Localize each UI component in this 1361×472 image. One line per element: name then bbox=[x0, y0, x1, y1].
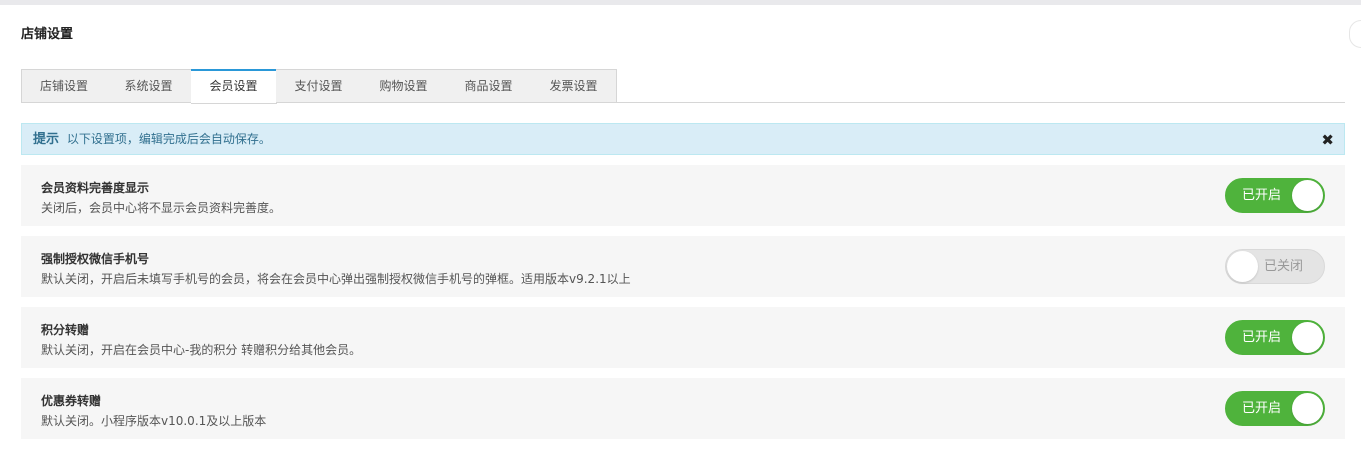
tab-system-settings[interactable]: 系统设置 bbox=[106, 69, 192, 103]
toggle-knob bbox=[1227, 251, 1258, 282]
setting-description: 默认关闭。小程序版本v10.0.1及以上版本 bbox=[41, 414, 267, 428]
setting-row-profile-completeness: 会员资料完善度显示 关闭后，会员中心将不显示会员资料完善度。 已开启 bbox=[21, 165, 1345, 226]
tab-store-settings[interactable]: 店铺设置 bbox=[21, 69, 107, 103]
alert-label: 提示 bbox=[33, 132, 60, 147]
coupon-transfer-toggle[interactable]: 已开启 bbox=[1225, 391, 1325, 426]
tab-member-settings[interactable]: 会员设置 bbox=[191, 69, 277, 104]
toggle-label: 已关闭 bbox=[1264, 259, 1304, 274]
toggle-knob bbox=[1292, 180, 1323, 211]
points-transfer-toggle[interactable]: 已开启 bbox=[1225, 320, 1325, 355]
side-panel-handle[interactable] bbox=[1349, 20, 1361, 48]
tab-shopping-settings[interactable]: 购物设置 bbox=[361, 69, 447, 103]
setting-title: 强制授权微信手机号 bbox=[41, 252, 150, 266]
force-wechat-phone-toggle[interactable]: 已关闭 bbox=[1225, 249, 1325, 284]
info-alert: 提示 以下设置项，编辑完成后会自动保存。 ✖ bbox=[21, 123, 1345, 155]
setting-row-points-transfer: 积分转赠 默认关闭，开启在会员中心-我的积分 转赠积分给其他会员。 已开启 bbox=[21, 307, 1345, 368]
toggle-label: 已开启 bbox=[1242, 188, 1282, 203]
toggle-knob bbox=[1292, 393, 1323, 424]
close-icon[interactable]: ✖ bbox=[1321, 125, 1334, 155]
tab-payment-settings[interactable]: 支付设置 bbox=[276, 69, 362, 103]
profile-completeness-toggle[interactable]: 已开启 bbox=[1225, 178, 1325, 213]
setting-description: 关闭后，会员中心将不显示会员资料完善度。 bbox=[41, 201, 282, 215]
setting-title: 会员资料完善度显示 bbox=[41, 181, 150, 195]
setting-description: 默认关闭，开启在会员中心-我的积分 转赠积分给其他会员。 bbox=[41, 343, 362, 357]
tab-invoice-settings[interactable]: 发票设置 bbox=[531, 69, 617, 103]
setting-row-coupon-transfer: 优惠券转赠 默认关闭。小程序版本v10.0.1及以上版本 已开启 bbox=[21, 378, 1345, 439]
toggle-label: 已开启 bbox=[1242, 330, 1282, 345]
top-strip bbox=[0, 0, 1361, 5]
settings-tabs: 店铺设置 系统设置 会员设置 支付设置 购物设置 商品设置 发票设置 bbox=[21, 69, 1345, 104]
setting-description: 默认关闭，开启后未填写手机号的会员，将会在会员中心弹出强制授权微信手机号的弹框。… bbox=[41, 272, 631, 286]
tab-product-settings[interactable]: 商品设置 bbox=[446, 69, 532, 103]
toggle-label: 已开启 bbox=[1242, 401, 1282, 416]
setting-title: 积分转赠 bbox=[41, 323, 90, 337]
toggle-knob bbox=[1292, 322, 1323, 353]
alert-text: 以下设置项，编辑完成后会自动保存。 bbox=[66, 132, 271, 146]
setting-row-force-wechat-phone: 强制授权微信手机号 默认关闭，开启后未填写手机号的会员，将会在会员中心弹出强制授… bbox=[21, 236, 1345, 297]
setting-title: 优惠券转赠 bbox=[41, 394, 102, 408]
page-title: 店铺设置 bbox=[21, 27, 74, 42]
